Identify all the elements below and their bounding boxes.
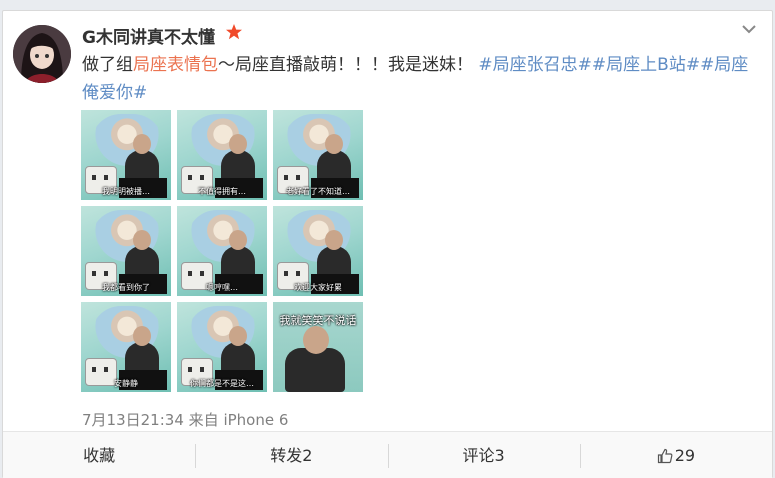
chevron-down-icon[interactable] [740,22,758,36]
weibo-post-card: G木同讲真不太懂 做了组局座表情包～局座直播敲萌！！！我是迷妹！ #局座张召忠#… [2,10,773,478]
action-bar: 收藏 转发2 评论3 29 [3,431,772,478]
post-meta: 7月13日21:34 来自 iPhone 6 [82,409,288,430]
image-thumbnail[interactable]: 我明明被播… [81,110,171,200]
image-caption: 我都看到你了 [102,283,150,292]
favorite-button[interactable]: 收藏 [3,444,195,468]
image-thumbnail[interactable]: 欢迎大家好累 [273,206,363,296]
source-device-link[interactable]: iPhone 6 [223,411,288,429]
avatar-image [13,25,71,83]
repost-button[interactable]: 转发2 [195,443,387,468]
image-thumbnail[interactable]: 不值得拥有… [177,110,267,200]
post-text-intro: 做了组 [82,55,133,75]
like-count: 29 [674,445,696,465]
image-thumbnail[interactable]: 你们都是不是这… [177,302,267,392]
hashtag-link[interactable]: #局座上B站# [592,55,700,75]
star-badge-icon[interactable] [225,23,243,41]
source-prefix: 来自 [188,411,219,429]
image-thumbnail[interactable]: 老好看了不知道… [273,110,363,200]
image-grid: 我明明被播… 不值得拥有… 老好看了不知道… 我都看到你了 嗯哼嘿… 欢迎大家好… [81,110,371,400]
avatar[interactable] [13,25,71,83]
comment-button[interactable]: 评论3 [387,443,580,468]
image-thumbnail[interactable]: 我都看到你了 [81,206,171,296]
image-caption: 安静静 [114,379,138,388]
image-thumbnail[interactable]: 嗯哼嘿… [177,206,267,296]
image-thumbnail[interactable]: 安静静 [81,302,171,392]
thumbs-up-icon [657,448,673,463]
image-caption: 你们都是不是这… [190,379,254,388]
image-caption: 不值得拥有… [198,187,246,196]
person-figure [285,326,345,392]
image-caption: 老好看了不知道… [286,187,350,196]
post-text: 做了组局座表情包～局座直播敲萌！！！我是迷妹！ #局座张召忠##局座上B站##局… [82,51,762,107]
image-caption: 欢迎大家好累 [294,283,342,292]
image-caption: 嗯哼嘿… [206,283,238,292]
image-thumbnail[interactable]: 我就笑笑不说话 [273,302,363,392]
like-button[interactable]: 29 [579,443,772,468]
image-caption: 我明明被播… [102,187,150,196]
like-group: 29 [657,444,695,468]
post-text-body: ～局座直播敲萌！！！我是迷妹！ [218,55,473,75]
timestamp-link[interactable]: 7月13日21:34 [82,411,184,429]
username[interactable]: G木同讲真不太懂 [82,23,215,48]
hashtag-link[interactable]: #局座张召忠# [478,55,592,75]
highlight-link[interactable]: 局座表情包 [133,55,218,75]
